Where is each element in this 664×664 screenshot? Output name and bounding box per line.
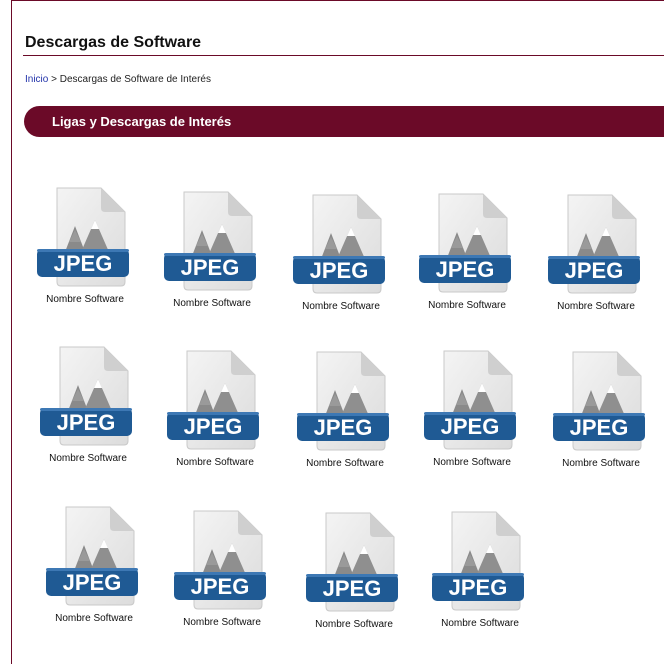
download-item-label: Nombre Software	[562, 458, 640, 469]
section-header: Ligas y Descargas de Interés	[24, 106, 664, 137]
jpeg-badge-text: JPEG	[441, 414, 500, 439]
download-item[interactable]: JPEG Nombre Software	[423, 510, 537, 629]
jpeg-badge-text: JPEG	[565, 258, 624, 283]
download-item-label: Nombre Software	[55, 613, 133, 624]
breadcrumb-current: Descargas de Software de Interés	[59, 74, 211, 85]
jpeg-file-icon: JPEG	[164, 191, 256, 291]
jpeg-file-icon: JPEG	[424, 350, 516, 450]
jpeg-badge-text: JPEG	[323, 576, 382, 601]
jpeg-badge-text: JPEG	[63, 570, 122, 595]
download-item[interactable]: JPEG Nombre Software	[31, 345, 145, 464]
jpeg-file-icon: JPEG	[40, 346, 132, 446]
jpeg-file-icon: JPEG	[37, 187, 129, 287]
jpeg-badge-text: JPEG	[184, 414, 243, 439]
download-item-label: Nombre Software	[49, 453, 127, 464]
download-item-label: Nombre Software	[302, 301, 380, 312]
jpeg-badge-text: JPEG	[310, 258, 369, 283]
jpeg-file-icon: JPEG	[297, 351, 389, 451]
download-item-label: Nombre Software	[46, 294, 124, 305]
breadcrumb: Inicio > Descargas de Software de Interé…	[25, 74, 211, 85]
download-item-label: Nombre Software	[306, 458, 384, 469]
jpeg-badge-text: JPEG	[57, 410, 116, 435]
download-item[interactable]: JPEG Nombre Software	[297, 511, 411, 630]
jpeg-file-icon: JPEG	[174, 510, 266, 610]
download-item[interactable]: JPEG Nombre Software	[539, 193, 653, 312]
jpeg-badge-text: JPEG	[191, 574, 250, 599]
download-item[interactable]: JPEG Nombre Software	[155, 190, 269, 309]
download-item-label: Nombre Software	[176, 457, 254, 468]
jpeg-file-icon: JPEG	[46, 506, 138, 606]
download-item-label: Nombre Software	[428, 300, 506, 311]
download-item-label: Nombre Software	[557, 301, 635, 312]
download-item[interactable]: JPEG Nombre Software	[544, 350, 658, 469]
section-title: Ligas y Descargas de Interés	[52, 114, 232, 129]
download-item-label: Nombre Software	[183, 617, 261, 628]
download-item-label: Nombre Software	[433, 457, 511, 468]
download-item-label: Nombre Software	[173, 298, 251, 309]
jpeg-file-icon: JPEG	[548, 194, 640, 294]
download-item-label: Nombre Software	[441, 618, 519, 629]
jpeg-badge-text: JPEG	[54, 251, 113, 276]
page-title: Descargas de Software	[25, 34, 202, 51]
title-divider	[23, 55, 664, 56]
download-item[interactable]: JPEG Nombre Software	[28, 186, 142, 305]
jpeg-badge-text: JPEG	[314, 415, 373, 440]
download-item[interactable]: JPEG Nombre Software	[410, 192, 524, 311]
jpeg-badge-text: JPEG	[436, 257, 495, 282]
download-item-label: Nombre Software	[315, 619, 393, 630]
jpeg-file-icon: JPEG	[306, 512, 398, 612]
jpeg-badge-text: JPEG	[181, 255, 240, 280]
jpeg-file-icon: JPEG	[167, 350, 259, 450]
jpeg-file-icon: JPEG	[432, 511, 524, 611]
download-item[interactable]: JPEG Nombre Software	[165, 509, 279, 628]
download-item[interactable]: JPEG Nombre Software	[288, 350, 402, 469]
download-item[interactable]: JPEG Nombre Software	[37, 505, 151, 624]
download-item[interactable]: JPEG Nombre Software	[158, 349, 272, 468]
breadcrumb-separator: >	[51, 74, 57, 85]
download-item[interactable]: JPEG Nombre Software	[415, 349, 529, 468]
jpeg-badge-text: JPEG	[570, 415, 629, 440]
jpeg-file-icon: JPEG	[293, 194, 385, 294]
breadcrumb-home-link[interactable]: Inicio	[25, 74, 48, 85]
jpeg-file-icon: JPEG	[553, 351, 645, 451]
download-item[interactable]: JPEG Nombre Software	[284, 193, 398, 312]
jpeg-file-icon: JPEG	[419, 193, 511, 293]
jpeg-badge-text: JPEG	[449, 575, 508, 600]
